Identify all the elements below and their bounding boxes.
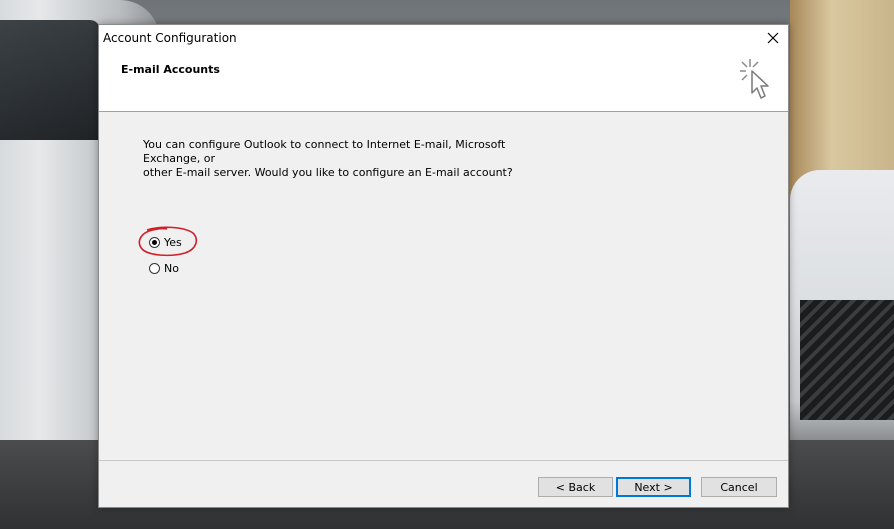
back-button[interactable]: < Back	[538, 477, 613, 497]
highlight-annotation	[138, 226, 198, 257]
radio-no-label: No	[164, 262, 179, 275]
radio-no-indicator[interactable]	[149, 263, 160, 274]
description-text: You can configure Outlook to connect to …	[143, 138, 563, 180]
wizard-header: E-mail Accounts	[99, 51, 788, 112]
footer-divider	[99, 460, 788, 461]
page-title: E-mail Accounts	[121, 63, 220, 76]
next-button[interactable]: Next >	[616, 477, 691, 497]
sparkle-cursor-icon	[740, 59, 769, 99]
close-button[interactable]	[758, 25, 788, 51]
title-bar: Account Configuration	[99, 25, 788, 51]
account-configuration-dialog: Account Configuration E-mail Accounts Yo…	[98, 24, 789, 508]
close-icon	[767, 32, 779, 44]
description-line-1: You can configure Outlook to connect to …	[143, 138, 506, 165]
description-line-2: other E-mail server. Would you like to c…	[143, 166, 513, 179]
cancel-button[interactable]: Cancel	[701, 477, 777, 497]
radio-no[interactable]: No	[149, 262, 179, 275]
window-title: Account Configuration	[103, 31, 237, 45]
